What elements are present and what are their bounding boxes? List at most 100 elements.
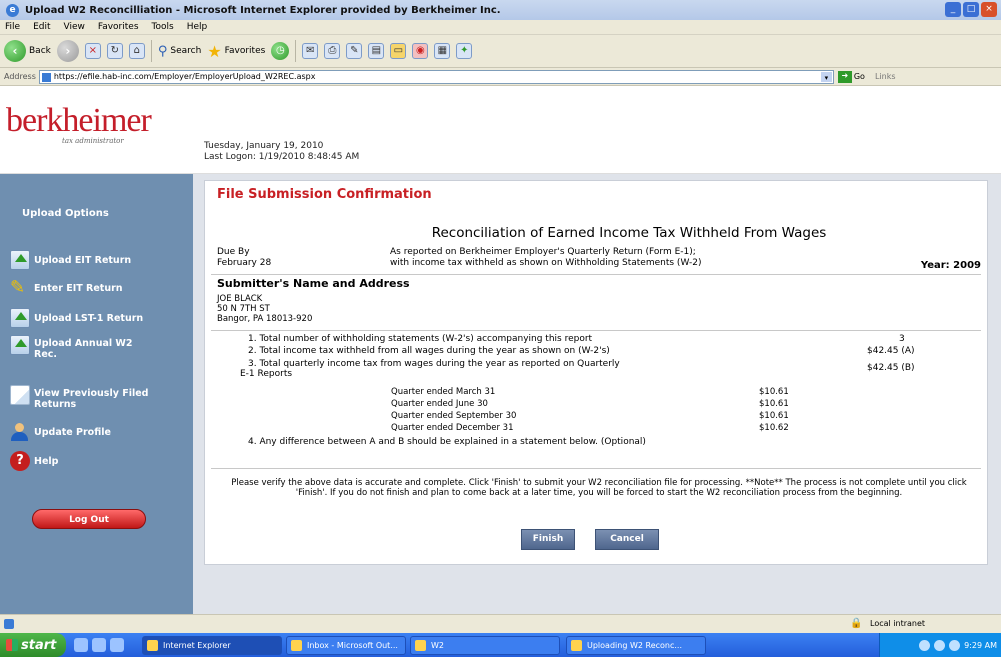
- addon-icon[interactable]: ◉: [412, 43, 429, 59]
- main-content: File Submission Confirmation Reconciliat…: [193, 174, 1001, 614]
- menu-favorites[interactable]: Favorites: [98, 22, 139, 32]
- tax-year: Year: 2009: [920, 260, 981, 271]
- divider: [211, 468, 981, 469]
- page-icon: [41, 72, 51, 82]
- current-date: Tuesday, January 19, 2010: [204, 141, 324, 151]
- logout-button[interactable]: Log Out: [32, 509, 146, 529]
- stop-icon[interactable]: ×: [84, 43, 101, 59]
- sidebar-item-label: View Previously Filed Returns: [34, 388, 149, 410]
- minimize-icon[interactable]: _: [945, 2, 961, 17]
- search-button[interactable]: ⚲ Search: [158, 44, 201, 59]
- favorites-button[interactable]: ★ Favorites: [207, 42, 265, 61]
- menu-view[interactable]: View: [64, 22, 85, 32]
- menu-file[interactable]: File: [5, 22, 20, 32]
- print-icon[interactable]: ⎙: [324, 43, 341, 59]
- tray-icon[interactable]: [934, 639, 946, 651]
- go-label: Go: [853, 72, 865, 81]
- menu-bar: File Edit View Favorites Tools Help: [0, 20, 1001, 35]
- sidebar-item-upload-annual-w2-rec[interactable]: Upload Annual W2 Rec.: [10, 335, 180, 360]
- logo-tagline: tax administrator: [62, 137, 124, 145]
- research-icon[interactable]: ▦: [434, 43, 451, 59]
- window-controls: _ □ ×: [945, 2, 997, 17]
- sidebar-item-update-profile[interactable]: Update Profile: [10, 422, 111, 442]
- line-item-2: 2. Total income tax withheld from all wa…: [248, 346, 610, 356]
- browser-toolbar: ‹ Back › × ↻ ⌂ ⚲ Search ★ Favorites ◷ ✉ …: [0, 35, 1001, 68]
- sidebar-item-view-previously-filed-returns[interactable]: View Previously Filed Returns: [10, 385, 190, 410]
- forward-button[interactable]: ›: [56, 40, 79, 62]
- quick-launch-icon[interactable]: [110, 638, 124, 652]
- finish-button[interactable]: Finish: [521, 529, 575, 550]
- folder-icon[interactable]: ▭: [390, 43, 407, 59]
- sidebar-item-label: Upload Annual W2 Rec.: [34, 338, 133, 360]
- page-status-icon: [4, 619, 14, 629]
- header-info: Tuesday, January 19, 2010 Last Logon: 1/…: [204, 141, 359, 163]
- address-dropdown-icon[interactable]: ▾: [820, 71, 832, 82]
- sidebar-title: Upload Options: [22, 208, 109, 219]
- sidebar-item-upload-eit-return[interactable]: Upload EIT Return: [10, 250, 131, 270]
- line-item-3: 3. Total quarterly income tax from wages…: [240, 359, 620, 379]
- menu-edit[interactable]: Edit: [33, 22, 50, 32]
- sidebar-item-label: Upload LST-1 Return: [34, 313, 144, 324]
- go-button[interactable]: ➜ Go: [837, 70, 865, 83]
- mail-icon[interactable]: ✉: [302, 43, 319, 59]
- links-button[interactable]: Links: [875, 72, 896, 81]
- close-icon[interactable]: ×: [981, 2, 997, 17]
- due-by-date: February 28: [217, 258, 272, 268]
- messenger-icon[interactable]: ✦: [456, 43, 473, 59]
- system-tray: 9:29 AM: [879, 633, 1001, 657]
- divider: [211, 330, 981, 331]
- taskbar-item-outlook[interactable]: Inbox - Microsoft Out...: [286, 635, 406, 655]
- sidebar-item-help[interactable]: ? Help: [10, 451, 58, 471]
- sidebar-item-label: Help: [34, 456, 59, 467]
- confirmation-panel: File Submission Confirmation Reconciliat…: [204, 180, 988, 565]
- report-title-text: Reconciliation of Earned Income Tax With…: [431, 225, 827, 241]
- quick-launch-icon[interactable]: [74, 638, 88, 652]
- address-input[interactable]: https://efile.hab-inc.com/Employer/Emplo…: [38, 69, 834, 84]
- berkheimer-logo: berkheimer: [6, 102, 152, 139]
- back-button[interactable]: ‹ Back: [4, 40, 51, 62]
- internet-explorer-icon: e: [6, 3, 19, 17]
- taskbar-item-uploading-w2[interactable]: Uploading W2 Reconc...: [566, 635, 706, 655]
- quick-launch-icon[interactable]: [92, 638, 106, 652]
- verification-note: Please verify the above data is accurate…: [231, 478, 967, 498]
- tray-icon[interactable]: [949, 639, 961, 651]
- divider: [211, 274, 981, 275]
- submitter-city: Bangor, PA 18013-920: [217, 314, 313, 324]
- menu-tools[interactable]: Tools: [152, 22, 174, 32]
- go-arrow-icon: ➜: [837, 70, 852, 83]
- security-zone: Local intranet: [870, 619, 926, 628]
- history-icon[interactable]: ◷: [271, 42, 290, 60]
- maximize-icon[interactable]: □: [963, 2, 979, 17]
- quarter-value: $10.61: [759, 387, 789, 397]
- sidebar-item-label: Update Profile: [34, 427, 111, 438]
- toolbar-separator: [150, 40, 152, 62]
- edit-icon[interactable]: ✎: [346, 43, 363, 59]
- tray-icon[interactable]: [919, 639, 931, 651]
- submitter-heading: Submitter's Name and Address: [217, 277, 410, 290]
- upload-icon: [10, 308, 30, 328]
- menu-help[interactable]: Help: [187, 22, 208, 32]
- address-url: https://efile.hab-inc.com/Employer/Emplo…: [53, 71, 316, 81]
- quarter-label: Quarter ended September 30: [391, 411, 517, 421]
- taskbar-item-internet-explorer[interactable]: Internet Explorer: [142, 635, 282, 655]
- taskbar: start Internet Explorer Inbox - Microsof…: [0, 633, 1001, 657]
- start-label: start: [21, 637, 57, 653]
- status-bar: 🔒 Local intranet: [0, 614, 1001, 633]
- sidebar-item-upload-lst-1-return[interactable]: Upload LST-1 Return: [10, 308, 143, 328]
- due-by-label: Due By: [217, 247, 250, 257]
- refresh-icon[interactable]: ↻: [106, 43, 123, 59]
- cancel-button[interactable]: Cancel: [595, 529, 659, 550]
- toolbar-separator: [295, 40, 297, 62]
- taskbar-item-w2-folder[interactable]: W2: [410, 635, 560, 655]
- address-label: Address: [4, 72, 36, 81]
- discuss-icon[interactable]: ▤: [368, 43, 385, 59]
- start-button[interactable]: start: [0, 633, 66, 657]
- quarter-value: $10.61: [759, 411, 789, 421]
- report-title: Reconciliation of Earned Income Tax With…: [205, 225, 987, 241]
- upload-icon: [10, 250, 30, 270]
- quarter-value: $10.61: [759, 399, 789, 409]
- search-label: Search: [170, 46, 202, 56]
- sidebar-item-enter-eit-return[interactable]: ✎ Enter EIT Return: [10, 278, 123, 298]
- submitter-street: 50 N 7TH ST: [217, 304, 270, 314]
- home-icon[interactable]: ⌂: [128, 43, 145, 59]
